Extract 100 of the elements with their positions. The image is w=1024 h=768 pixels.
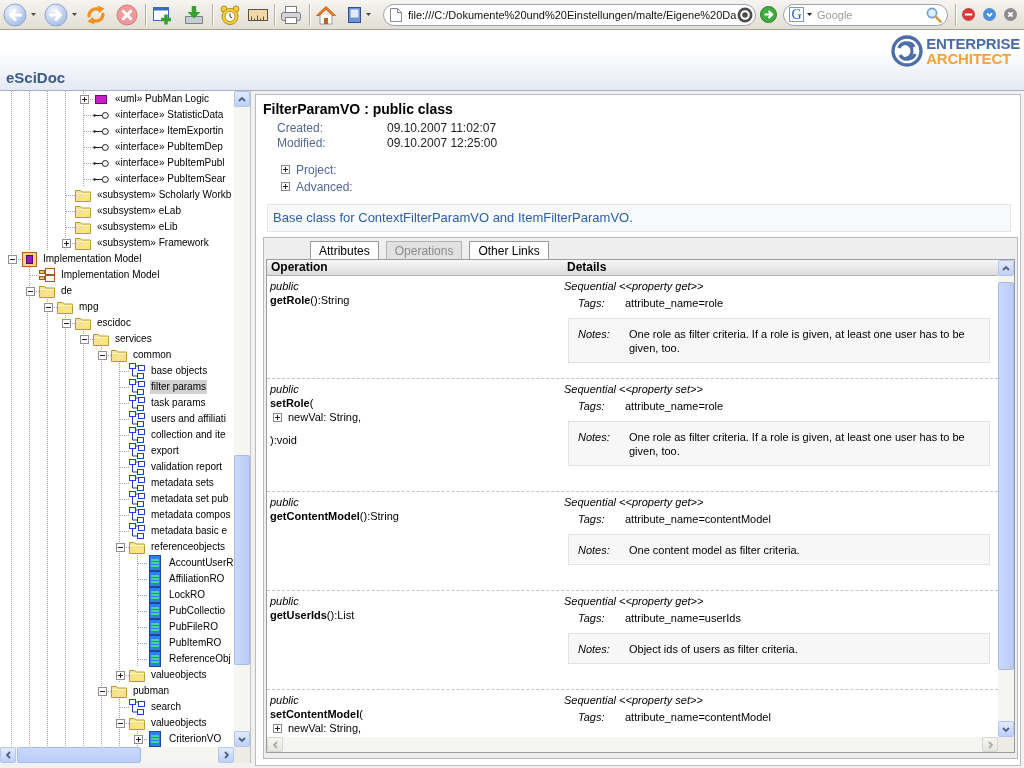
tree-item[interactable]: task params [150, 396, 207, 410]
printer-icon[interactable] [280, 4, 302, 25]
tree-item[interactable]: ReferenceObj [168, 652, 232, 666]
caret-down-icon[interactable] [72, 13, 77, 16]
minus-box-icon[interactable] [61, 318, 71, 328]
minus-box-icon[interactable] [97, 686, 107, 696]
plus-box-icon[interactable] [61, 238, 71, 248]
tree-item[interactable]: «uml» PubMan Logic [114, 92, 210, 106]
caret-down-icon[interactable] [366, 13, 371, 16]
plus-box-icon[interactable] [281, 182, 290, 191]
right-arrow-icon[interactable] [760, 6, 777, 23]
plus-box-icon[interactable] [115, 670, 125, 680]
tree-item[interactable]: «interface» StatisticData [114, 108, 225, 122]
tree-item[interactable]: PubCollectio [168, 604, 227, 618]
tree-item[interactable]: mpg [78, 300, 100, 314]
section-label[interactable]: Project: [296, 162, 337, 177]
chevron-right-icon [987, 740, 993, 749]
minus-box-icon[interactable] [7, 254, 17, 264]
scroll-up-button[interactable] [234, 91, 250, 107]
tree-item[interactable]: «interface» PubItemPubl [114, 156, 226, 170]
tree-item[interactable]: «subsystem» Framework [96, 236, 210, 250]
scrollbar-thumb[interactable] [234, 454, 250, 665]
search-field[interactable]: G Google [783, 3, 948, 26]
section-label[interactable]: Advanced: [296, 179, 353, 194]
tree-item[interactable]: search [150, 700, 182, 714]
tree-item[interactable]: valueobjects [150, 668, 208, 682]
vertical-scrollbar[interactable] [998, 260, 1014, 737]
tree-item[interactable]: Implementation Model [60, 268, 161, 282]
tag-value: attribute_name=contentModel [625, 512, 771, 526]
search-icon[interactable] [926, 6, 942, 23]
horizontal-scrollbar[interactable] [0, 747, 234, 763]
tree-item[interactable]: Implementation Model [42, 252, 143, 266]
tree-item[interactable]: LockRO [168, 588, 207, 602]
vertical-scrollbar[interactable] [234, 91, 250, 747]
tree-item[interactable]: «interface» PubItemSear [114, 172, 227, 186]
tree-item[interactable]: services [114, 332, 153, 346]
tree-item[interactable]: AffiliationRO [168, 572, 226, 586]
search-engine-logo[interactable]: G [789, 7, 804, 22]
tab[interactable]: Attributes [310, 241, 379, 259]
tree-item[interactable]: common [132, 348, 173, 362]
scroll-up-button[interactable] [998, 260, 1014, 276]
tree-item[interactable]: escidoc [96, 316, 132, 330]
tree-item[interactable]: collection and ite [150, 428, 227, 442]
tree-item[interactable]: metadata basic e [150, 524, 229, 538]
scrollbar-thumb[interactable] [998, 281, 1014, 671]
plus-box-icon[interactable] [281, 165, 290, 174]
tree-item[interactable]: «subsystem» eLib [96, 220, 179, 234]
minus-box-icon[interactable] [115, 718, 125, 728]
minus-box-icon[interactable] [115, 542, 125, 552]
window-plus-icon[interactable] [152, 4, 172, 25]
plus-box-icon[interactable] [133, 734, 143, 744]
minus-box-icon[interactable] [43, 302, 53, 312]
tree-item[interactable]: CriterionVO [168, 732, 223, 746]
address-field[interactable]: file:///C:/Dokumente%20und%20Einstellungen/malte/Eigene%20Da [383, 3, 756, 26]
minus-box-icon[interactable] [97, 350, 107, 360]
caret-down-icon[interactable] [31, 13, 36, 16]
scroll-right-button[interactable] [218, 747, 234, 763]
tree-item[interactable]: «subsystem» eLab [96, 204, 182, 218]
tree-item[interactable]: «subsystem» Scholarly Workb [96, 188, 233, 202]
scrollbar-thumb[interactable] [17, 747, 141, 763]
no-entry-icon[interactable] [962, 8, 975, 21]
minus-box-icon[interactable] [79, 334, 89, 344]
tree-item[interactable]: PubFileRO [168, 620, 219, 634]
tab[interactable]: Other Links [469, 241, 549, 259]
book-icon[interactable] [346, 5, 362, 24]
tree-item[interactable]: «interface» ItemExportin [114, 124, 225, 138]
tree-item[interactable]: metadata sets [150, 476, 215, 490]
tree-item[interactable]: PubItemRO [168, 636, 223, 650]
tray-arrow-icon[interactable] [184, 4, 204, 25]
search-input[interactable]: Google [817, 6, 915, 23]
scroll-down-button[interactable] [998, 721, 1014, 737]
tree-item[interactable]: metadata set pub [150, 492, 230, 506]
tree-item[interactable]: filter params [150, 380, 207, 394]
scroll-down-button[interactable] [234, 731, 250, 747]
x-circle-icon[interactable] [116, 3, 138, 26]
tree-item[interactable]: «interface» PubItemDep [114, 140, 224, 154]
chevron-circle-icon[interactable] [983, 8, 996, 21]
tree-item[interactable]: users and affiliati [150, 412, 227, 426]
tree-item[interactable]: export [150, 444, 180, 458]
method-signature: getUserIds():List [270, 608, 356, 622]
minus-box-icon[interactable] [25, 286, 35, 296]
house-icon[interactable] [316, 4, 336, 25]
tree-item[interactable]: metadata compos [150, 508, 232, 522]
caret-down-icon[interactable] [807, 13, 812, 16]
stereotype-label: Sequential <<property get>> [563, 594, 705, 608]
tree-item[interactable]: de [60, 284, 74, 298]
tree-item[interactable]: pubman [132, 684, 171, 698]
alarm-clock-icon[interactable] [220, 4, 240, 25]
ruler-icon[interactable] [248, 7, 268, 22]
tree-item[interactable]: base objects [150, 364, 209, 378]
tree-item[interactable]: referenceobjects [150, 540, 226, 554]
scroll-left-button[interactable] [0, 747, 16, 763]
tree-item[interactable]: valueobjects [150, 716, 208, 730]
plus-box-icon[interactable] [273, 723, 282, 733]
plus-box-icon[interactable] [273, 412, 282, 422]
close-icon[interactable] [1004, 8, 1017, 21]
ring-icon[interactable] [737, 6, 753, 23]
tree-item[interactable]: AccountUserR [168, 556, 234, 570]
tree-item[interactable]: validation report [150, 460, 224, 474]
plus-box-icon[interactable] [79, 94, 89, 104]
